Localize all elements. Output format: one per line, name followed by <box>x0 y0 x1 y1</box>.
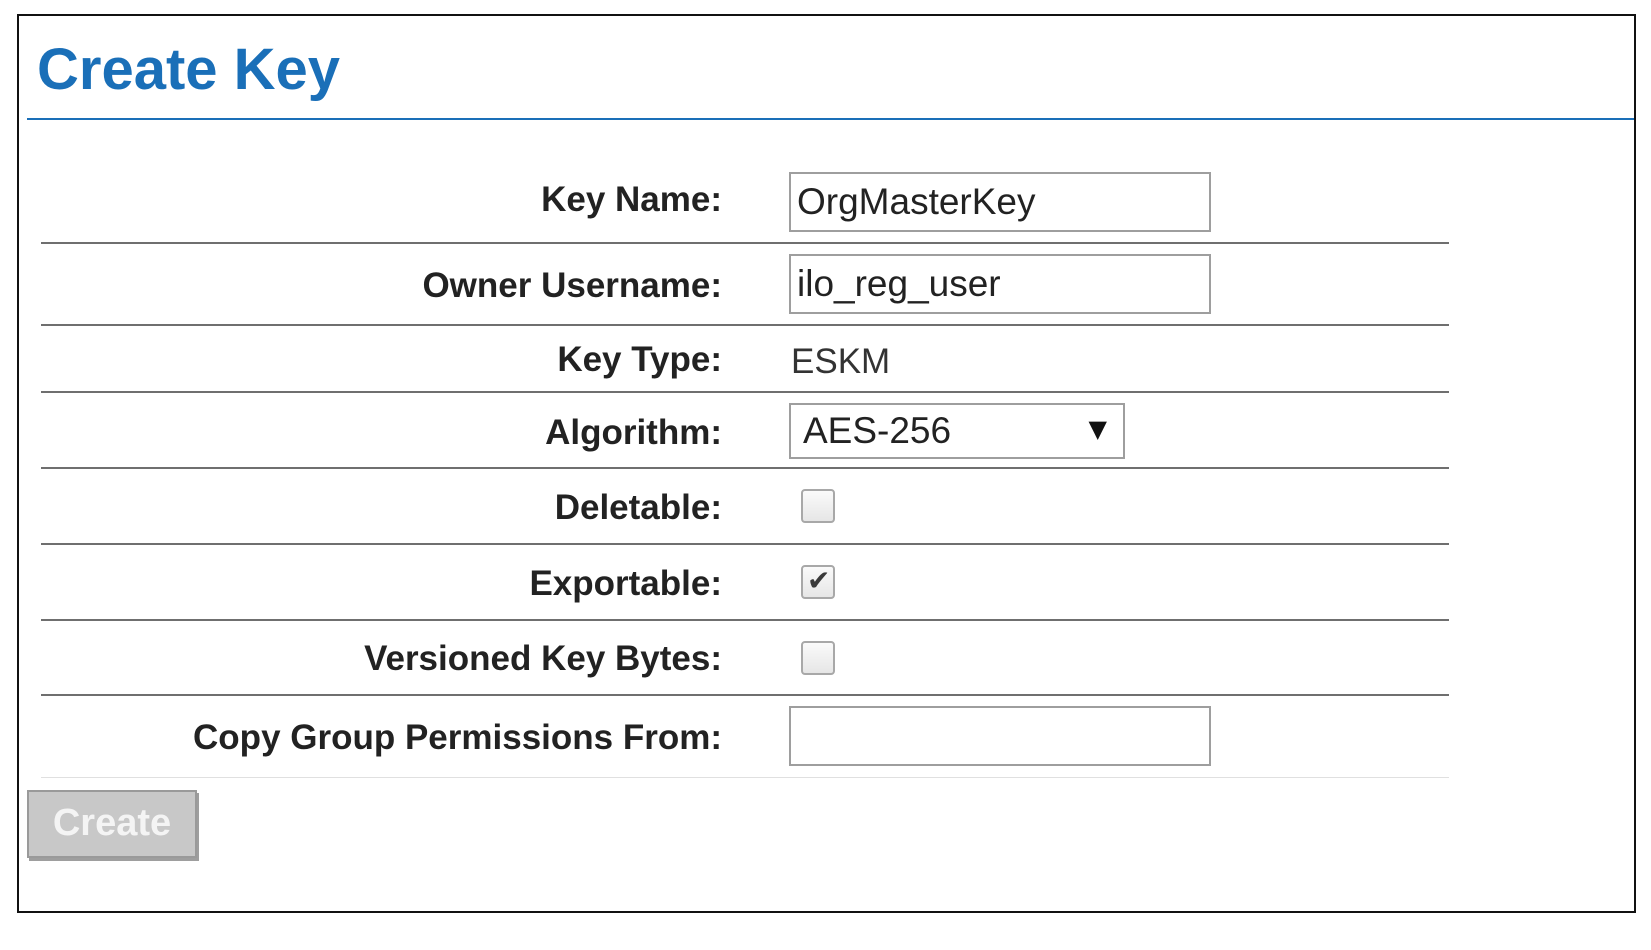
deletable-checkbox[interactable] <box>801 489 835 523</box>
key-type-value: ESKM <box>791 342 891 381</box>
key-name-label: Key Name: <box>541 180 722 219</box>
checkmark-icon: ✔ <box>807 564 831 597</box>
algorithm-label: Algorithm: <box>545 413 722 452</box>
key-name-input[interactable] <box>789 172 1211 232</box>
form-row-versioned-key-bytes: Versioned Key Bytes: <box>41 621 1449 696</box>
create-key-panel: Create Key Key Name: Owner Username: Key… <box>17 14 1636 913</box>
form-row-key-type: Key Type: ESKM <box>41 326 1449 393</box>
form-row-algorithm: Algorithm: AES-256 ▼ <box>41 393 1449 469</box>
form-row-copy-group-permissions: Copy Group Permissions From: <box>41 696 1449 778</box>
owner-username-input[interactable] <box>789 254 1211 314</box>
title-divider <box>27 118 1634 120</box>
copy-group-permissions-label: Copy Group Permissions From: <box>193 718 722 757</box>
create-button[interactable]: Create <box>27 790 197 858</box>
key-type-label: Key Type: <box>557 340 722 379</box>
form-row-deletable: Deletable: <box>41 469 1449 545</box>
deletable-label: Deletable: <box>554 488 722 527</box>
page-title: Create Key <box>37 37 341 102</box>
form-row-owner-username: Owner Username: <box>41 244 1449 326</box>
form-row-exportable: Exportable: ✔ <box>41 545 1449 621</box>
owner-username-label: Owner Username: <box>422 266 722 305</box>
algorithm-selected-value: AES-256 <box>803 410 952 451</box>
copy-group-permissions-input[interactable] <box>789 706 1211 766</box>
versioned-key-bytes-checkbox[interactable] <box>801 641 835 675</box>
exportable-checkbox[interactable]: ✔ <box>801 564 835 599</box>
form-row-key-name: Key Name: <box>41 160 1449 244</box>
triangle-down-icon: ▼ <box>1088 415 1107 443</box>
exportable-label: Exportable: <box>529 564 722 603</box>
algorithm-select[interactable]: AES-256 ▼ <box>789 403 1125 459</box>
versioned-key-bytes-label: Versioned Key Bytes: <box>364 639 722 678</box>
